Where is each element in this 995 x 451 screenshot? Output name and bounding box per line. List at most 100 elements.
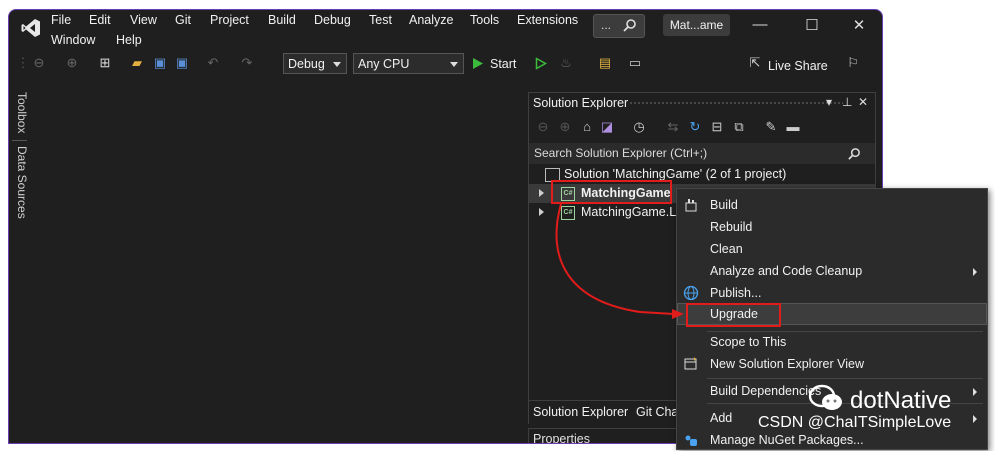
expand-arrow-icon[interactable] bbox=[539, 208, 544, 216]
submenu-arrow-icon bbox=[973, 415, 977, 423]
menu-item-publish[interactable]: Publish... bbox=[677, 282, 987, 304]
maximize-icon[interactable]: ☐ bbox=[803, 16, 821, 34]
pending-changes-filter-icon[interactable]: ◷ bbox=[631, 119, 647, 135]
menu-item-scope[interactable]: Scope to This bbox=[677, 331, 987, 353]
close-icon[interactable]: ✕ bbox=[850, 16, 868, 34]
menu-item-build[interactable]: Build bbox=[677, 194, 987, 216]
back-icon[interactable]: ⊖ bbox=[31, 55, 47, 71]
start-without-debugging-icon[interactable] bbox=[535, 57, 547, 70]
visual-studio-logo-icon bbox=[21, 19, 40, 37]
csharp-project-icon: C# bbox=[561, 206, 575, 220]
menu-item-label: Publish... bbox=[710, 286, 762, 300]
menu-item-clean[interactable]: Clean bbox=[677, 238, 987, 260]
panel-menu-icon[interactable]: ▾ bbox=[826, 95, 832, 109]
highlight-box-project bbox=[551, 180, 672, 204]
forward-icon[interactable]: ⊕ bbox=[64, 55, 80, 71]
open-folder-icon[interactable]: ▰ bbox=[129, 55, 145, 71]
save-icon[interactable]: ▣ bbox=[152, 55, 168, 71]
undo-icon[interactable]: ↶ bbox=[205, 55, 221, 71]
menu-extensions[interactable]: Extensions bbox=[517, 13, 578, 27]
solution-label: Solution 'MatchingGame' (2 of 1 project) bbox=[564, 167, 787, 181]
globe-icon bbox=[683, 285, 699, 301]
save-all-icon[interactable]: ▣ bbox=[174, 55, 190, 71]
collapse-all-icon[interactable]: ⊟ bbox=[709, 119, 725, 135]
configuration-dropdown[interactable]: Debug bbox=[283, 53, 347, 74]
highlight-box-upgrade bbox=[686, 303, 781, 327]
menu-file[interactable]: File bbox=[51, 13, 71, 27]
menu-build[interactable]: Build bbox=[268, 13, 296, 27]
refresh-icon[interactable]: ↻ bbox=[687, 119, 703, 135]
tab-git-changes[interactable]: Git Cha bbox=[636, 405, 678, 419]
live-share-icon[interactable]: ⇱ bbox=[747, 55, 763, 71]
hot-reload-icon[interactable]: ♨ bbox=[558, 55, 574, 71]
new-project-icon[interactable]: ⊞ bbox=[97, 55, 113, 71]
sync-icon[interactable]: ⇆ bbox=[665, 119, 681, 135]
redo-icon[interactable]: ↷ bbox=[239, 55, 255, 71]
side-tab-strip: Toolbox Data Sources bbox=[9, 92, 33, 422]
search-icon bbox=[623, 19, 636, 32]
menu-item-analyze[interactable]: Analyze and Code Cleanup bbox=[677, 260, 987, 282]
search-placeholder: Search Solution Explorer (Ctrl+;) bbox=[534, 146, 708, 160]
chevron-down-icon bbox=[450, 62, 458, 67]
toolbox-tab[interactable]: Toolbox bbox=[15, 92, 29, 133]
expand-arrow-icon[interactable] bbox=[539, 189, 544, 197]
menu-project[interactable]: Project bbox=[210, 13, 249, 27]
menu-window[interactable]: Window bbox=[51, 33, 95, 47]
solution-explorer-toolbar: ⊖ ⊕ ⌂ ◪ ◷ ⇆ ↻ ⊟ ⧉ ✎ ▬ bbox=[529, 115, 875, 139]
pin-icon[interactable]: ⊥ bbox=[842, 95, 852, 109]
menu-item-label: Manage NuGet Packages... bbox=[710, 433, 864, 447]
grip-icon: ⋮ bbox=[16, 55, 30, 70]
nuget-icon bbox=[683, 432, 699, 448]
standard-toolbar: ⋮ ⊖ ⊕ ⊞ ▰ ▣ ▣ ↶ ↷ Debug Any CPU Start ♨ … bbox=[9, 51, 882, 77]
menu-item-label: Rebuild bbox=[710, 220, 753, 234]
menu-item-manage-nuget[interactable]: Manage NuGet Packages... bbox=[677, 429, 987, 451]
menu-item-label: Clean bbox=[710, 242, 743, 256]
configuration-value: Debug bbox=[288, 57, 325, 71]
menu-edit[interactable]: Edit bbox=[89, 13, 111, 27]
panel-grip[interactable] bbox=[629, 101, 843, 106]
wechat-logo-icon bbox=[808, 384, 844, 417]
forward-icon[interactable]: ⊕ bbox=[557, 119, 573, 135]
panel-close-icon[interactable]: ✕ bbox=[858, 95, 868, 109]
back-icon[interactable]: ⊖ bbox=[535, 119, 551, 135]
solution-explorer-search[interactable]: Search Solution Explorer (Ctrl+;) bbox=[529, 143, 875, 164]
menu-item-rebuild[interactable]: Rebuild bbox=[677, 216, 987, 238]
menu-separator bbox=[707, 378, 983, 379]
solution-title-tab[interactable]: Mat...ame bbox=[663, 14, 730, 36]
show-all-files-icon[interactable]: ⧉ bbox=[731, 119, 747, 135]
menu-git[interactable]: Git bbox=[175, 13, 191, 27]
data-sources-tab[interactable]: Data Sources bbox=[15, 146, 29, 219]
properties-title: Properties bbox=[533, 432, 590, 444]
platform-dropdown[interactable]: Any CPU bbox=[353, 53, 464, 74]
search-button[interactable]: ... bbox=[593, 14, 645, 38]
menu-help[interactable]: Help bbox=[116, 33, 142, 47]
menu-test[interactable]: Test bbox=[369, 13, 392, 27]
menu-debug[interactable]: Debug bbox=[314, 13, 351, 27]
window-layout-icon[interactable]: ▭ bbox=[627, 55, 643, 71]
menu-item-label: Build bbox=[710, 198, 738, 212]
watermark-brand: dotNative bbox=[850, 387, 952, 414]
home-icon[interactable]: ⌂ bbox=[579, 119, 595, 135]
live-share-button[interactable]: Live Share bbox=[768, 59, 828, 73]
menu-item-label: Build Dependencies bbox=[710, 384, 822, 398]
menu-item-label: New Solution Explorer View bbox=[710, 357, 865, 371]
properties-wrench-icon[interactable]: ✎ bbox=[763, 119, 779, 135]
search-label: ... bbox=[601, 18, 612, 32]
preview-icon[interactable]: ▬ bbox=[785, 119, 801, 135]
tab-solution-explorer[interactable]: Solution Explorer bbox=[533, 405, 628, 419]
search-icon bbox=[848, 148, 860, 160]
solution-explorer-title: Solution Explorer bbox=[533, 96, 629, 110]
menu-view[interactable]: View bbox=[130, 13, 157, 27]
chevron-down-icon bbox=[333, 62, 341, 67]
menu-analyze[interactable]: Analyze bbox=[409, 13, 453, 27]
feedback-icon[interactable]: ⚐ bbox=[845, 55, 861, 71]
start-play-icon[interactable] bbox=[472, 57, 484, 70]
start-button[interactable]: Start bbox=[490, 57, 516, 71]
new-window-icon bbox=[683, 356, 699, 372]
minimize-icon[interactable]: — bbox=[751, 16, 769, 34]
switch-views-icon[interactable]: ◪ bbox=[599, 119, 615, 135]
menu-item-new-view[interactable]: New Solution Explorer View bbox=[677, 353, 987, 375]
menu-tools[interactable]: Tools bbox=[470, 13, 499, 27]
folder-search-icon[interactable]: ▤ bbox=[597, 55, 613, 71]
menu-item-label: Analyze and Code Cleanup bbox=[710, 264, 863, 278]
